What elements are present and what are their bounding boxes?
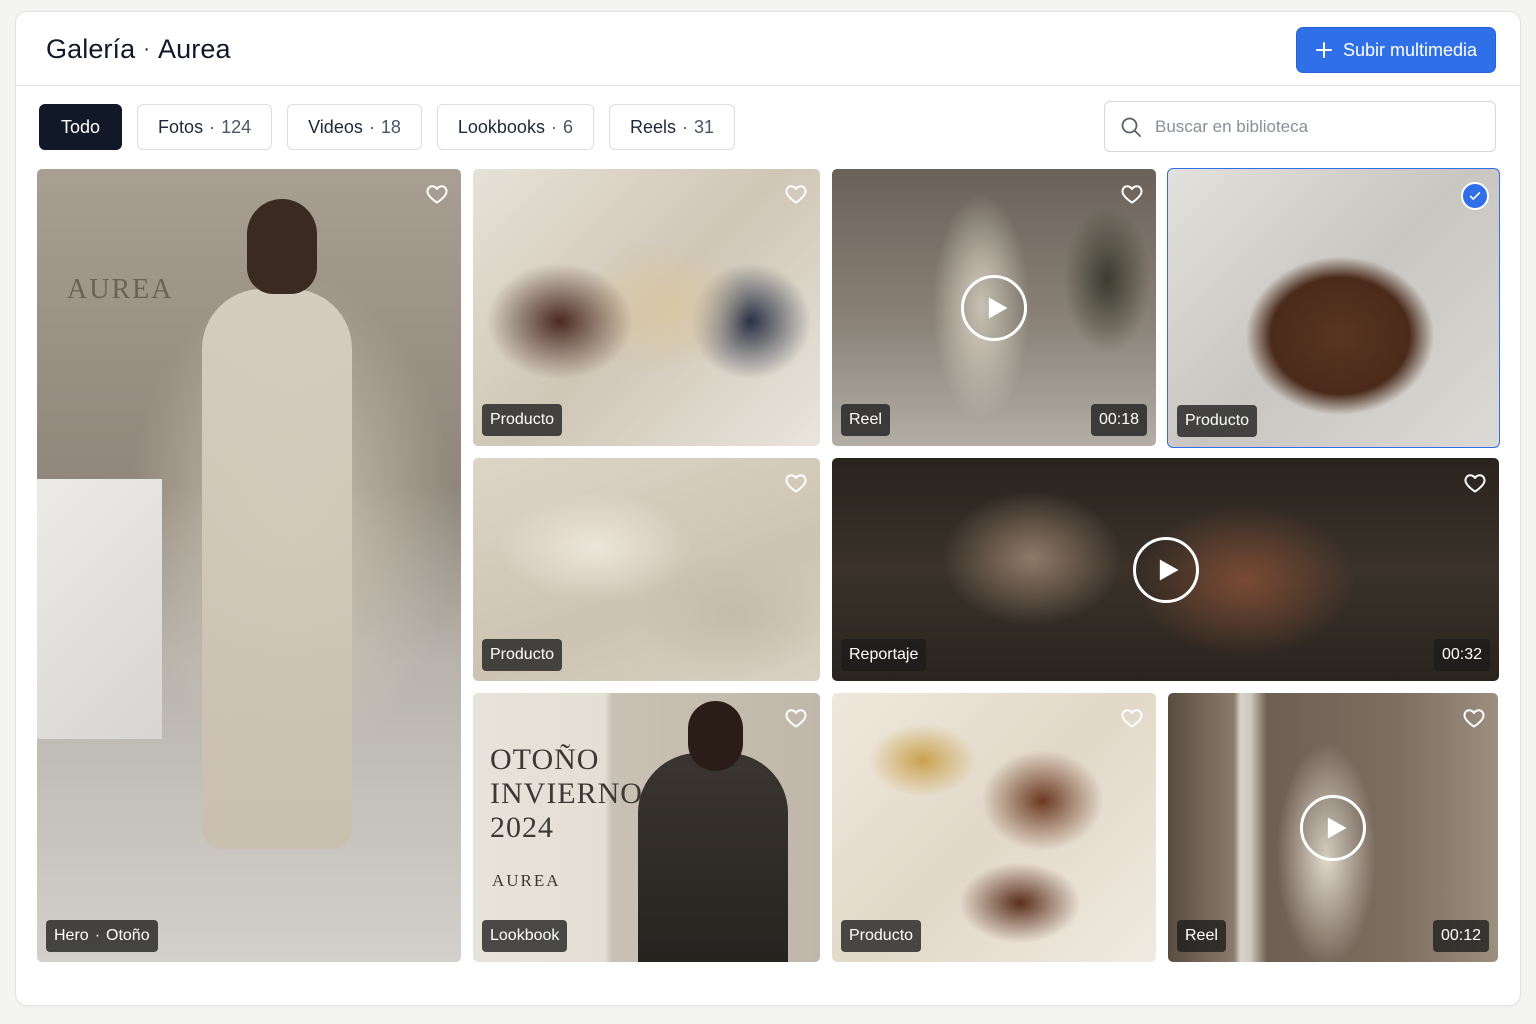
filter-chip-todo[interactable]: Todo xyxy=(39,104,123,150)
video-duration: 00:12 xyxy=(1432,920,1489,952)
heart-icon[interactable] xyxy=(784,471,808,495)
filter-label: Lookbooks xyxy=(457,116,545,137)
filter-label: Videos xyxy=(308,116,363,137)
tag-label: Reportaje xyxy=(849,646,919,663)
play-button[interactable] xyxy=(961,274,1027,341)
filter-chip-videos[interactable]: Videos · 18 xyxy=(287,104,422,150)
media-tag: Reportaje xyxy=(841,639,927,671)
media-tile[interactable]: OTOÑO INVIERNO 2024 AUREA Lookbook xyxy=(473,693,820,962)
video-duration: 00:18 xyxy=(1090,404,1147,436)
lookbook-overlay-text: OTOÑO INVIERNO 2024 xyxy=(490,743,643,845)
filter-separator: · xyxy=(368,116,375,137)
selected-check-icon[interactable] xyxy=(1461,182,1489,210)
filter-label: Fotos xyxy=(158,116,204,137)
filter-separator: · xyxy=(550,116,557,137)
heart-icon[interactable] xyxy=(1120,706,1144,730)
overlay-line: OTOÑO xyxy=(490,743,600,776)
media-tag: Producto xyxy=(482,404,563,436)
heart-icon[interactable] xyxy=(1120,182,1144,206)
tag-separator: · xyxy=(94,927,101,944)
play-button[interactable] xyxy=(1132,536,1199,603)
search-box[interactable] xyxy=(1104,101,1496,152)
overlay-line: 2024 xyxy=(490,811,554,844)
tag-label: Producto xyxy=(490,411,555,428)
heart-icon[interactable] xyxy=(1462,706,1486,730)
filter-chip-reels[interactable]: Reels · 31 xyxy=(608,104,736,150)
filter-count: 18 xyxy=(380,116,401,137)
tag-label: Producto xyxy=(1185,412,1250,429)
header: Galería · Aurea Subir multimedia xyxy=(16,12,1520,86)
upload-media-button[interactable]: Subir multimedia xyxy=(1296,27,1496,73)
model-head xyxy=(247,199,317,294)
title-brand: Aurea xyxy=(158,34,231,64)
play-button[interactable] xyxy=(1300,794,1366,861)
title-text: Galería xyxy=(46,34,136,64)
title-separator: · xyxy=(143,38,151,60)
model-figure xyxy=(638,753,788,962)
filter-label: Reels xyxy=(629,116,676,137)
filter-separator: · xyxy=(209,116,216,137)
search-input[interactable] xyxy=(1155,116,1475,137)
filter-count: 124 xyxy=(221,116,252,137)
wall-brand-text: AUREA xyxy=(67,274,174,305)
media-tile[interactable]: AUREA Hero · Otoño xyxy=(37,169,461,962)
play-icon xyxy=(988,297,1007,318)
heart-icon[interactable] xyxy=(784,182,808,206)
media-tile[interactable]: Reel 00:18 xyxy=(832,169,1156,446)
lookbook-overlay-brand: AUREA xyxy=(492,871,561,890)
heart-icon[interactable] xyxy=(1463,471,1487,495)
media-tag: Producto xyxy=(482,639,563,671)
filter-count: 31 xyxy=(694,116,715,137)
media-tile[interactable]: Producto xyxy=(832,693,1156,962)
media-tag: Reel xyxy=(841,404,890,436)
media-tag: Reel xyxy=(1177,920,1226,952)
model-figure xyxy=(202,289,352,849)
heart-icon[interactable] xyxy=(784,706,808,730)
model-head xyxy=(688,701,743,771)
tag-label: Reel xyxy=(1185,927,1218,944)
upload-button-label: Subir multimedia xyxy=(1342,39,1478,60)
media-tile[interactable]: Reportaje 00:32 xyxy=(832,458,1499,681)
media-tile[interactable]: Producto xyxy=(473,458,820,681)
media-tile[interactable]: Producto xyxy=(473,169,820,446)
tag-label: Lookbook xyxy=(490,927,560,944)
filter-count: 6 xyxy=(562,116,573,137)
video-duration: 00:32 xyxy=(1433,639,1490,671)
media-tag: Producto xyxy=(841,920,922,952)
tag-label: Producto xyxy=(490,646,555,663)
filter-chip-lookbooks[interactable]: Lookbooks · 6 xyxy=(436,104,594,150)
filter-label: Todo xyxy=(61,116,101,137)
media-tile[interactable]: Reel 00:12 xyxy=(1168,693,1498,962)
tag-label: Producto xyxy=(849,927,914,944)
tag-label: Hero xyxy=(54,927,89,944)
marble-counter xyxy=(37,479,162,739)
heart-icon[interactable] xyxy=(425,182,449,206)
tag-label: Reel xyxy=(849,411,882,428)
play-icon xyxy=(1159,559,1179,580)
page-title: Galería · Aurea xyxy=(46,34,231,65)
filter-bar: Todo Fotos · 124 Videos · 18 Lookbooks · 6 Ree… xyxy=(39,104,736,150)
filter-chip-fotos[interactable]: Fotos · 124 xyxy=(137,104,273,150)
search-icon xyxy=(1121,117,1141,137)
play-icon xyxy=(1327,817,1346,838)
plus-icon xyxy=(1315,42,1332,58)
overlay-line: INVIERNO xyxy=(490,777,643,810)
media-tag: Hero · Otoño xyxy=(46,920,158,952)
media-tag: Lookbook xyxy=(482,920,568,952)
media-tile-selected[interactable]: Producto xyxy=(1167,168,1500,448)
media-tag: Producto xyxy=(1177,405,1258,437)
tag-label-secondary: Otoño xyxy=(106,927,150,944)
filter-separator: · xyxy=(682,116,688,137)
